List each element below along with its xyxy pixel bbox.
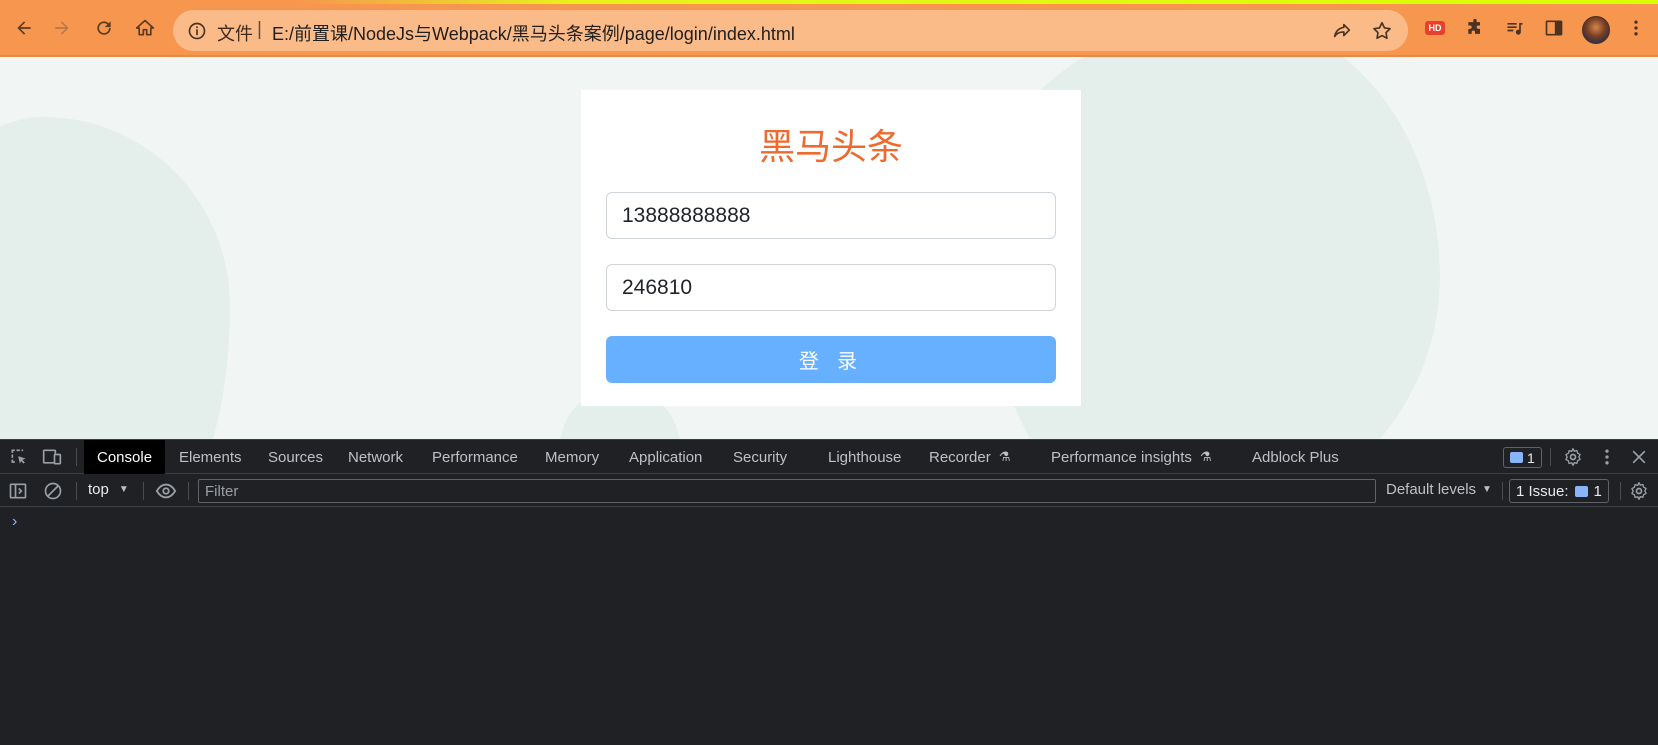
devtools-close-button[interactable]	[1628, 446, 1650, 468]
arrow-left-icon	[17, 21, 31, 35]
gear-icon	[1565, 448, 1581, 466]
devtools-settings-button[interactable]	[1562, 446, 1584, 468]
media-controls-button[interactable]	[1503, 16, 1527, 40]
console-prompt[interactable]: ›	[12, 513, 17, 531]
tab-lighthouse[interactable]: Lighthouse	[815, 440, 914, 474]
message-bubble-icon	[1574, 485, 1588, 497]
inspect-element-button[interactable]	[8, 446, 30, 468]
devtools-more-button[interactable]	[1596, 446, 1618, 468]
login-card: 黑马头条 13888888888 246810 登 录	[581, 90, 1081, 406]
page-viewport: 黑马头条 13888888888 246810 登 录	[0, 57, 1658, 439]
log-levels-dropdown[interactable]: Default levels ▼	[1386, 481, 1492, 498]
home-icon	[135, 19, 155, 36]
messages-badge[interactable]: 1	[1503, 447, 1542, 468]
issues-button[interactable]: 1 Issue: 1	[1509, 479, 1609, 503]
puzzle-icon	[1468, 18, 1480, 34]
sidebar-toggle-icon	[9, 483, 27, 499]
eye-icon	[155, 483, 177, 499]
password-input[interactable]: 246810	[606, 264, 1056, 311]
back-button[interactable]	[10, 14, 38, 42]
flask-icon: ⚗	[1199, 449, 1212, 464]
background-blob	[0, 117, 230, 439]
hd-extension-icon[interactable]: HD	[1425, 21, 1445, 35]
toolbar-accent-stripe	[300, 0, 1658, 4]
devtools-tabbar: Console Elements Sources Network Perform…	[0, 440, 1658, 474]
profile-avatar[interactable]	[1582, 16, 1610, 44]
scheme-separator: |	[257, 19, 262, 40]
dropdown-triangle-icon: ▼	[118, 484, 129, 495]
divider	[1502, 482, 1503, 500]
tab-network[interactable]: Network	[335, 440, 416, 474]
live-expression-button[interactable]	[155, 480, 177, 502]
side-panel-icon	[1545, 20, 1563, 36]
address-bar[interactable]: 文件 | E:/前置课/NodeJs与Webpack/黑马头条案例/page/l…	[173, 10, 1408, 51]
divider	[188, 482, 189, 500]
clear-console-button[interactable]	[42, 480, 64, 502]
device-toolbar-button[interactable]	[41, 446, 63, 468]
page-title: 黑马头条	[758, 127, 903, 168]
share-icon[interactable]	[1331, 20, 1353, 42]
reload-icon	[97, 21, 111, 35]
devtools-panel: Console Elements Sources Network Perform…	[0, 439, 1658, 745]
side-panel-button[interactable]	[1542, 16, 1566, 40]
console-sidebar-button[interactable]	[7, 480, 29, 502]
divider	[76, 482, 77, 500]
tab-application[interactable]: Application	[616, 440, 715, 474]
tab-performance-insights[interactable]: Performance insights ⚗	[1038, 440, 1225, 474]
gear-icon	[1631, 482, 1647, 500]
inspect-cursor-icon	[11, 449, 26, 464]
console-settings-button[interactable]	[1628, 480, 1650, 502]
dropdown-triangle-icon: ▼	[1482, 484, 1492, 495]
scheme-label: 文件	[217, 24, 253, 44]
console-toolbar: top ▼ Filter Default levels ▼ 1 Issue: 1	[0, 474, 1658, 507]
close-icon	[1632, 450, 1646, 464]
tab-recorder[interactable]: Recorder ⚗	[916, 440, 1023, 474]
context-selector[interactable]: top ▼	[88, 481, 129, 498]
browser-toolbar: 文件 | E:/前置课/NodeJs与Webpack/黑马头条案例/page/l…	[0, 0, 1658, 57]
bookmark-star-icon[interactable]	[1371, 20, 1393, 42]
login-button[interactable]: 登 录	[606, 336, 1056, 383]
playlist-icon	[1507, 23, 1523, 35]
tab-console[interactable]: Console	[84, 440, 166, 474]
divider	[143, 482, 144, 500]
tab-memory[interactable]: Memory	[532, 440, 612, 474]
arrow-right-icon	[55, 21, 69, 35]
tab-sources[interactable]: Sources	[255, 440, 336, 474]
tab-adblock-plus[interactable]: Adblock Plus	[1239, 440, 1352, 474]
flask-icon: ⚗	[998, 449, 1011, 464]
phone-input[interactable]: 13888888888	[606, 192, 1056, 239]
kebab-menu-icon	[1605, 449, 1609, 465]
reload-button[interactable]	[90, 14, 118, 42]
info-icon[interactable]	[187, 21, 207, 41]
divider	[76, 448, 77, 466]
tab-performance[interactable]: Performance	[419, 440, 531, 474]
divider	[1620, 482, 1621, 500]
extensions-button[interactable]	[1463, 16, 1487, 40]
kebab-menu-icon	[1634, 20, 1638, 36]
browser-menu-button[interactable]	[1624, 16, 1648, 40]
tab-security[interactable]: Security	[720, 440, 800, 474]
block-icon	[44, 482, 62, 500]
url-text[interactable]: E:/前置课/NodeJs与Webpack/黑马头条案例/page/login/…	[272, 20, 795, 46]
device-icon	[42, 449, 62, 465]
message-bubble-icon	[1510, 452, 1523, 463]
forward-button[interactable]	[48, 14, 76, 42]
filter-input[interactable]: Filter	[198, 479, 1376, 503]
home-button[interactable]	[131, 14, 159, 42]
divider	[1550, 448, 1551, 466]
tab-elements[interactable]: Elements	[166, 440, 255, 474]
